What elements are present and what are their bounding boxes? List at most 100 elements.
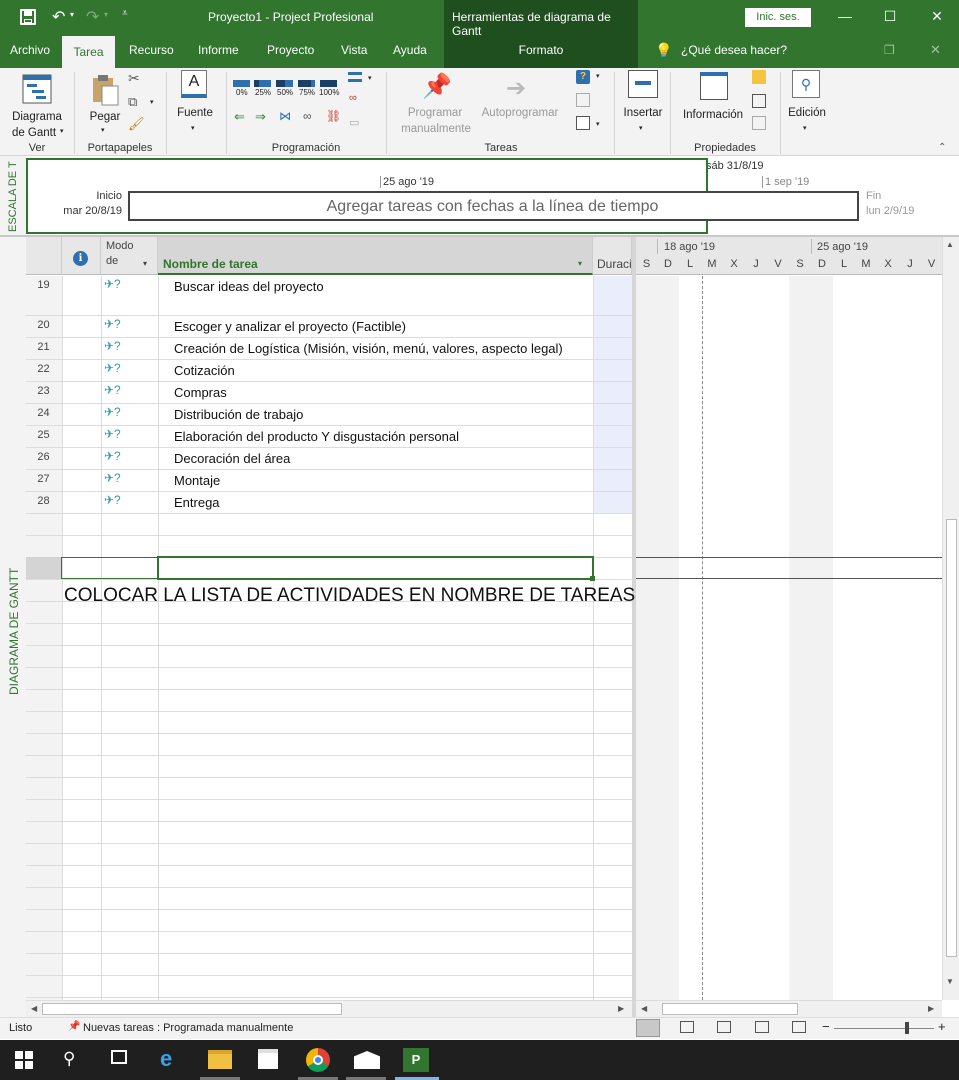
tab-proyecto[interactable]: Proyecto bbox=[267, 43, 314, 57]
pct-100[interactable]: 100% bbox=[319, 88, 339, 97]
file-explorer-icon[interactable] bbox=[208, 1050, 232, 1069]
edge-icon[interactable]: e bbox=[160, 1048, 172, 1070]
report-icon[interactable] bbox=[792, 1021, 806, 1033]
task-name[interactable]: Elaboración del producto Y disgustación … bbox=[174, 429, 459, 444]
vertical-scrollbar[interactable]: ▲ ▼ bbox=[942, 237, 959, 1000]
mode-header[interactable]: Modo de ▾ bbox=[101, 237, 158, 275]
pct-50[interactable]: 50% bbox=[277, 88, 293, 97]
link-icon[interactable]: ∞ bbox=[303, 109, 312, 123]
zoom-in-icon[interactable]: + bbox=[938, 1019, 946, 1034]
task-usage-icon[interactable] bbox=[680, 1021, 694, 1033]
scroll-left-icon[interactable]: ◀ bbox=[641, 1004, 647, 1013]
chevron-down-icon[interactable]: ▾ bbox=[143, 259, 147, 268]
tell-me-search[interactable]: ¿Qué desea hacer? bbox=[681, 43, 787, 57]
table-row[interactable]: 27 ✈? Montaje bbox=[26, 470, 632, 492]
chevron-down-icon[interactable]: ▾ bbox=[578, 259, 582, 268]
table-row[interactable]: 23 ✈? Compras bbox=[26, 382, 632, 404]
collapse-ribbon-icon[interactable]: ⌃ bbox=[938, 142, 946, 153]
row-number-header[interactable] bbox=[26, 237, 62, 275]
task-name-header[interactable]: Nombre de tarea ▾ bbox=[158, 237, 593, 275]
table-row[interactable]: 28 ✈? Entrega bbox=[26, 492, 632, 514]
edit-button[interactable]: ⚲ Edición ▾ bbox=[784, 70, 830, 136]
chrome-icon[interactable] bbox=[306, 1048, 330, 1072]
close-doc-icon[interactable]: ✕ bbox=[930, 42, 941, 58]
table-row[interactable]: 22 ✈? Cotización bbox=[26, 360, 632, 382]
insert-button[interactable]: Insertar ▾ bbox=[620, 70, 666, 136]
scroll-up-icon[interactable]: ▲ bbox=[946, 240, 954, 249]
mail-icon[interactable] bbox=[354, 1051, 380, 1069]
maximize-icon[interactable]: ☐ bbox=[880, 6, 900, 26]
scroll-left-icon[interactable]: ◀ bbox=[31, 1004, 37, 1013]
mode-icon[interactable] bbox=[576, 116, 590, 130]
indent-icon[interactable]: ⇒ bbox=[255, 109, 266, 125]
fill-handle[interactable] bbox=[590, 576, 595, 581]
table-row[interactable]: 26 ✈? Decoración del área bbox=[26, 448, 632, 470]
customize-qat-icon[interactable]: ⩡ bbox=[122, 8, 128, 19]
scroll-thumb[interactable] bbox=[42, 1003, 342, 1015]
project-app-icon[interactable]: P bbox=[403, 1048, 429, 1072]
tab-tarea[interactable]: Tarea bbox=[62, 36, 115, 68]
split-icon[interactable]: ⋈ bbox=[279, 109, 291, 123]
mark-on-track-icon[interactable] bbox=[348, 72, 362, 82]
duration-header[interactable]: Duraci bbox=[593, 237, 632, 275]
paste-button[interactable]: Pegar ▾ bbox=[84, 72, 126, 136]
task-name[interactable]: Escoger y analizar el proyecto (Factible… bbox=[174, 319, 406, 334]
save-icon[interactable] bbox=[20, 9, 36, 25]
undo-icon[interactable]: ↶ bbox=[52, 7, 65, 27]
grid-hscrollbar[interactable]: ◀ ▶ bbox=[26, 1000, 632, 1017]
close-icon[interactable]: ✕ bbox=[927, 6, 947, 26]
undo-dropdown-icon[interactable]: ▾ bbox=[70, 10, 74, 19]
indicators-header[interactable]: i bbox=[62, 237, 101, 275]
outdent-icon[interactable]: ⇐ bbox=[234, 109, 245, 125]
task-name[interactable]: Decoración del área bbox=[174, 451, 290, 466]
search-icon[interactable]: ⚲ bbox=[63, 1049, 75, 1069]
task-name[interactable]: Compras bbox=[174, 385, 227, 400]
font-button[interactable]: A Fuente ▾ bbox=[172, 70, 218, 136]
tab-vista[interactable]: Vista bbox=[341, 43, 367, 57]
tab-ayuda[interactable]: Ayuda bbox=[393, 43, 427, 57]
table-row[interactable]: 24 ✈? Distribución de trabajo bbox=[26, 404, 632, 426]
store-icon[interactable] bbox=[258, 1049, 278, 1069]
tab-archivo[interactable]: Archivo bbox=[10, 43, 50, 57]
zoom-out-icon[interactable]: − bbox=[822, 1019, 830, 1034]
scroll-down-icon[interactable]: ▼ bbox=[946, 977, 954, 986]
scroll-right-icon[interactable]: ▶ bbox=[618, 1004, 624, 1013]
gantt-side-tab[interactable]: DIAGRAMA DE GANTT bbox=[0, 237, 26, 1017]
task-name[interactable]: Entrega bbox=[174, 495, 220, 510]
task-name[interactable]: Creación de Logística (Misión, visión, m… bbox=[174, 341, 563, 356]
task-name[interactable]: Distribución de trabajo bbox=[174, 407, 303, 422]
table-row[interactable]: 25 ✈? Elaboración del producto Y disgust… bbox=[26, 426, 632, 448]
task-name[interactable]: Cotización bbox=[174, 363, 235, 378]
selected-row[interactable] bbox=[61, 557, 158, 579]
details-icon[interactable] bbox=[752, 94, 766, 108]
restore-ribbon-icon[interactable]: ❐ bbox=[884, 43, 895, 57]
scroll-thumb[interactable] bbox=[662, 1003, 798, 1015]
format-painter-icon[interactable]: 🖌 bbox=[128, 116, 145, 132]
pct-25[interactable]: 25% bbox=[255, 88, 271, 97]
unlink-icon[interactable]: ⛓ bbox=[326, 109, 341, 123]
cut-icon[interactable]: ✂ bbox=[128, 70, 140, 87]
copy-icon[interactable]: ⧉ bbox=[128, 94, 137, 110]
table-row[interactable]: 19 ✈? Buscar ideas del proyecto bbox=[26, 276, 632, 316]
task-name[interactable]: Buscar ideas del proyecto bbox=[174, 279, 324, 294]
signin-button[interactable]: Inic. ses. bbox=[745, 8, 811, 27]
task-name[interactable]: Montaje bbox=[174, 473, 220, 488]
respect-links-icon[interactable]: ∞ bbox=[349, 92, 357, 104]
gantt-view-icon[interactable] bbox=[636, 1019, 660, 1037]
status-new-tasks[interactable]: Nuevas tareas : Programada manualmente bbox=[83, 1022, 293, 1034]
notes-icon[interactable] bbox=[752, 70, 766, 84]
team-planner-icon[interactable] bbox=[717, 1021, 731, 1033]
tab-recurso[interactable]: Recurso bbox=[129, 43, 174, 57]
pct-75[interactable]: 75% bbox=[299, 88, 315, 97]
selected-cell[interactable] bbox=[157, 556, 594, 580]
info-button[interactable]: Información bbox=[676, 70, 750, 130]
timeline-side-tab[interactable]: ESCALA DE T bbox=[0, 156, 26, 235]
gantt-hscrollbar[interactable]: ◀ ▶ bbox=[636, 1000, 942, 1017]
table-row[interactable]: 21 ✈? Creación de Logística (Misión, vis… bbox=[26, 338, 632, 360]
minimize-icon[interactable]: — bbox=[835, 6, 855, 26]
inspect-icon[interactable]: ? bbox=[576, 70, 590, 84]
tab-formato[interactable]: Formato bbox=[444, 36, 638, 68]
gantt-view-button[interactable]: Diagrama de Gantt ▾ bbox=[6, 72, 68, 140]
windows-start-icon[interactable] bbox=[15, 1051, 33, 1069]
scroll-right-icon[interactable]: ▶ bbox=[928, 1004, 934, 1013]
